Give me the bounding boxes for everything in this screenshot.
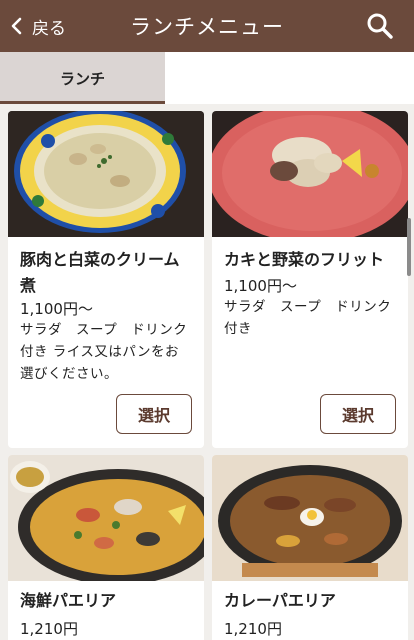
dish-photo — [8, 455, 204, 581]
menu-item-name: 豚肉と白菜のクリーム煮 — [20, 250, 180, 295]
search-icon[interactable] — [366, 12, 394, 40]
dish-photo — [212, 455, 408, 581]
menu-item-price: 1,100円〜 — [224, 277, 297, 295]
tab-bar: ランチ — [0, 52, 414, 104]
select-button[interactable]: 選択 — [320, 394, 396, 434]
menu-card[interactable]: カレーパエリア 1,210円 — [212, 455, 408, 640]
dish-photo — [212, 111, 408, 237]
menu-item-name: カキと野菜のフリット — [224, 250, 385, 269]
menu-item-price: 1,210円 — [224, 620, 282, 638]
menu-item-name: カレーパエリア — [224, 591, 336, 610]
tab-lunch[interactable]: ランチ — [0, 52, 165, 104]
menu-card[interactable]: 豚肉と白菜のクリーム煮 1,100円〜 サラダ スープ ドリンク付き ライス又は… — [8, 111, 204, 448]
menu-item-description: サラダ スープ ドリンク付き ライス又はパンをお選びください。 — [20, 322, 188, 382]
page-title: ランチメニュー — [130, 15, 284, 39]
scrollbar[interactable] — [407, 218, 411, 276]
menu-item-name: 海鮮パエリア — [20, 591, 117, 610]
menu-card[interactable]: 海鮮パエリア 1,210円 — [8, 455, 204, 640]
menu-item-price: 1,100円〜 — [20, 300, 93, 318]
menu-item-price: 1,210円 — [20, 620, 78, 638]
dish-photo — [8, 111, 204, 237]
select-button[interactable]: 選択 — [116, 394, 192, 434]
app-header: 戻る ランチメニュー — [0, 0, 414, 52]
menu-card[interactable]: カキと野菜のフリット 1,100円〜 サラダ スープ ドリンク付き 選択 — [212, 111, 408, 448]
menu-item-description: サラダ スープ ドリンク付き — [224, 299, 392, 337]
